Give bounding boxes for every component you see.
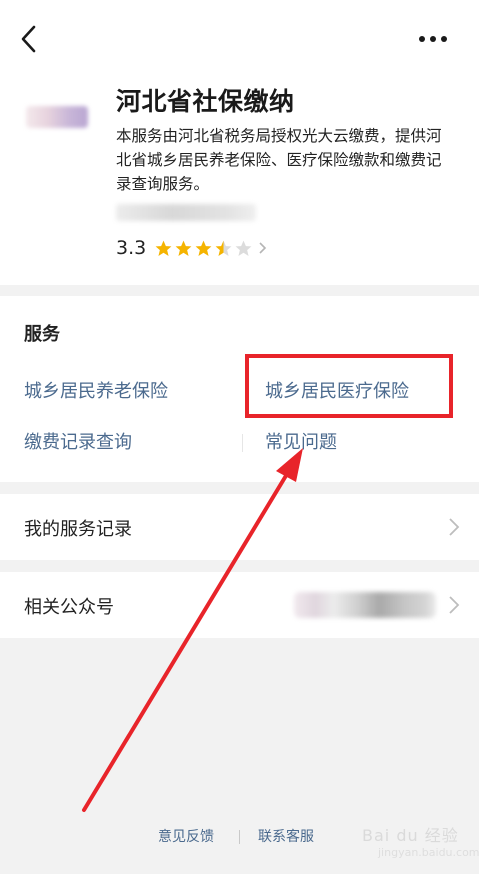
watermark-url: jingyan.baidu.com bbox=[378, 846, 479, 859]
service-divider bbox=[242, 434, 243, 452]
rating-value: 3.3 bbox=[116, 237, 147, 259]
blurred-official-account bbox=[294, 592, 436, 618]
service-description: 本服务由河北省税务局授权光大云缴费，提供河北省城乡居民养老保险、医疗保险缴款和缴… bbox=[116, 127, 442, 193]
chevron-right-icon bbox=[259, 242, 267, 254]
chevron-right-icon bbox=[449, 596, 460, 614]
blurred-info-line bbox=[116, 204, 256, 221]
watermark-logo: Bai du 经验 bbox=[362, 826, 459, 845]
footer-separator bbox=[239, 830, 240, 844]
highlight-box-annotation bbox=[245, 354, 453, 418]
rating-row[interactable]: 3.3 bbox=[116, 235, 268, 261]
service-pension-insurance[interactable]: 城乡居民养老保险 bbox=[24, 377, 168, 403]
page-title: 河北省社保缴纳 bbox=[116, 87, 295, 116]
service-faq[interactable]: 常见问题 bbox=[265, 428, 337, 454]
related-official-accounts-label: 相关公众号 bbox=[24, 597, 114, 618]
my-service-records-label: 我的服务记录 bbox=[24, 519, 132, 540]
service-payment-records[interactable]: 缴费记录查询 bbox=[24, 428, 132, 454]
more-dots-icon[interactable] bbox=[412, 26, 456, 52]
star-icon bbox=[155, 240, 172, 256]
services-heading: 服务 bbox=[24, 324, 60, 345]
star-icon bbox=[175, 240, 192, 256]
top-bar bbox=[0, 0, 479, 80]
contact-support-link[interactable]: 联系客服 bbox=[258, 826, 314, 846]
feedback-link[interactable]: 意见反馈 bbox=[158, 826, 214, 846]
star-half-icon bbox=[215, 240, 232, 256]
back-arrow-icon[interactable] bbox=[14, 22, 44, 56]
mini-program-logo bbox=[26, 106, 88, 128]
star-icon bbox=[195, 240, 212, 256]
star-empty-icon bbox=[235, 240, 252, 256]
chevron-right-icon bbox=[449, 518, 460, 536]
